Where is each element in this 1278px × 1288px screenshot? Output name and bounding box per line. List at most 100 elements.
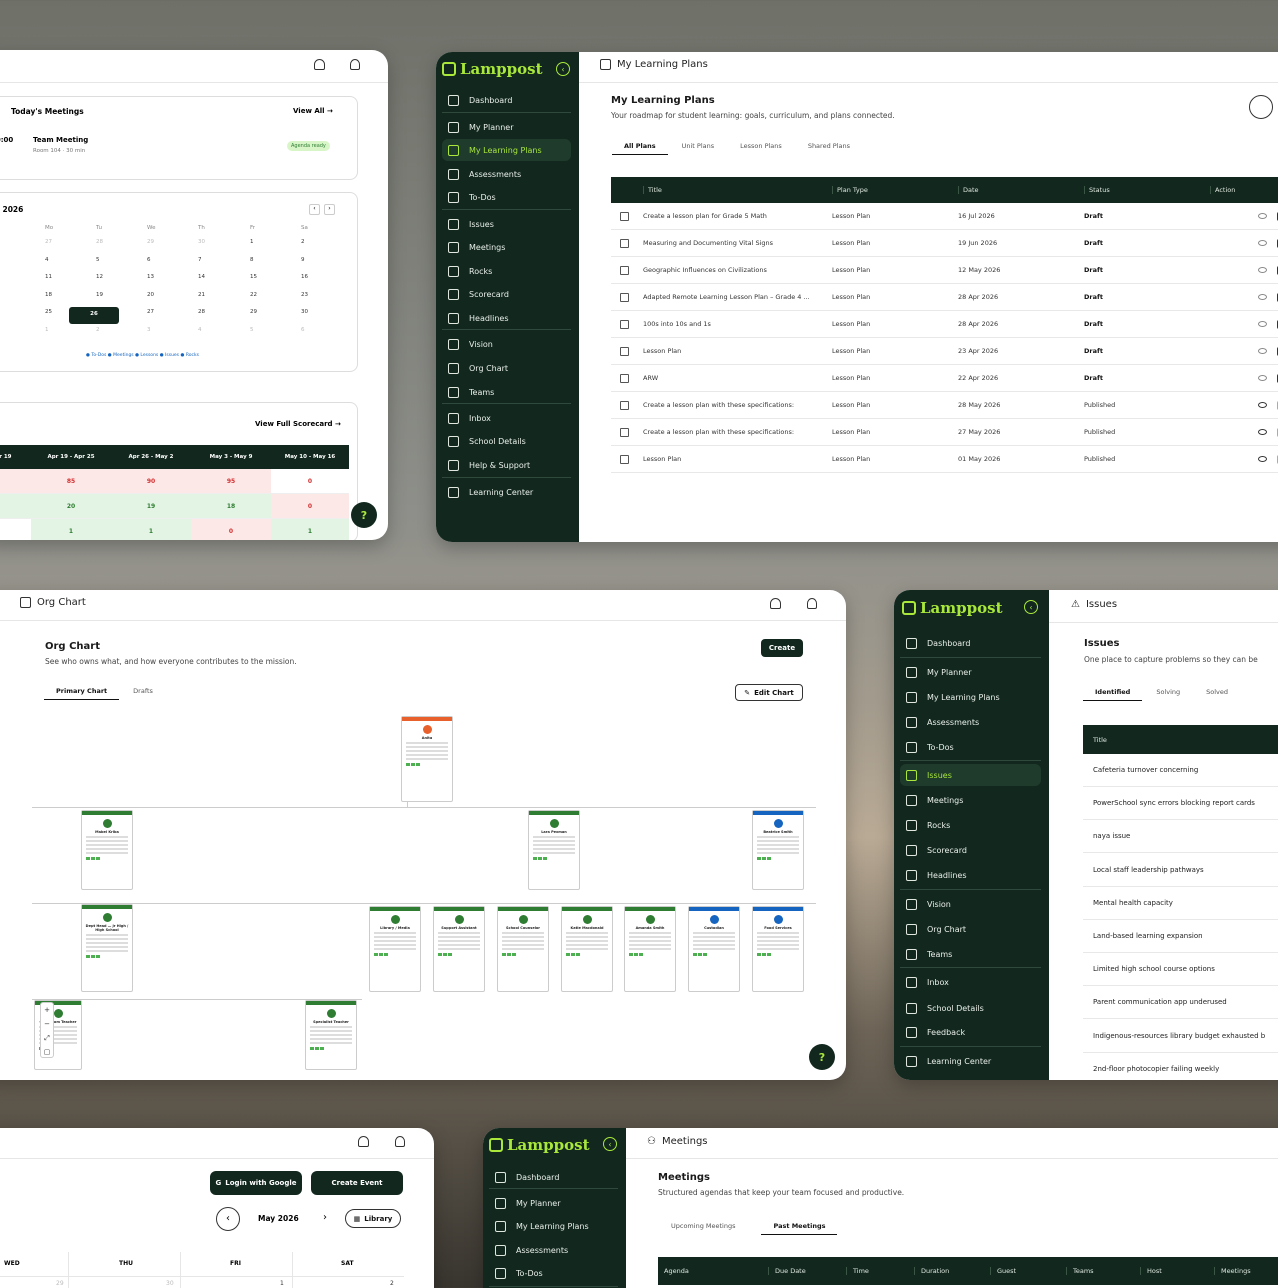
column-header-title[interactable]: Title (643, 186, 832, 194)
calendar-day[interactable]: 19 (96, 292, 103, 298)
view-icon[interactable] (1258, 294, 1267, 300)
tab-solved[interactable]: Solved (1206, 683, 1240, 701)
column-header-guest[interactable]: Guest (990, 1267, 1066, 1275)
sidebar-item-to-dos[interactable]: To-Dos (442, 186, 571, 208)
calendar-day[interactable]: 13 (147, 274, 154, 280)
calendar-day[interactable]: 27 (45, 239, 52, 245)
org-card[interactable]: Beatrice Smith (752, 810, 804, 890)
calendar-day[interactable]: 15 (250, 274, 257, 280)
calendar-day[interactable]: 23 (301, 292, 308, 298)
sidebar-item-rocks[interactable]: Rocks (900, 814, 1041, 836)
issue-row[interactable]: Indigenous-resources library budget exha… (1083, 1020, 1278, 1053)
library-button[interactable]: ▦ Library (345, 1209, 401, 1228)
view-icon[interactable] (1258, 429, 1267, 435)
org-card[interactable]: Mabel Kriba (81, 810, 133, 890)
sidebar-item-my-learning-plans[interactable]: My Learning Plans (489, 1215, 618, 1237)
row-checkbox[interactable] (620, 292, 629, 302)
sidebar-item-scorecard[interactable]: Scorecard (900, 839, 1041, 861)
tab-primary-chart[interactable]: Primary Chart (44, 682, 120, 700)
calendar-day[interactable]: 1 (280, 1280, 284, 1287)
org-card[interactable]: Library / Media (369, 906, 421, 992)
column-header-time[interactable]: Time (846, 1267, 914, 1275)
view-icon[interactable] (1258, 348, 1267, 354)
sidebar-item-dashboard[interactable]: Dashboard (442, 89, 571, 111)
create-button[interactable]: Create (761, 639, 803, 657)
sidebar-item-inbox[interactable]: Inbox (442, 407, 571, 429)
user-icon[interactable] (395, 1136, 405, 1147)
calendar-day[interactable]: 9 (301, 257, 305, 263)
sidebar-item-rocks[interactable]: Rocks (442, 260, 571, 282)
issue-row[interactable]: 2nd-floor photocopier failing weekly (1083, 1053, 1278, 1080)
user-icon[interactable] (807, 598, 817, 609)
bell-icon[interactable] (358, 1136, 369, 1147)
scorecard-value[interactable]: 0 (0, 469, 31, 493)
org-card[interactable]: Anita (401, 716, 453, 802)
sidebar-item-issues[interactable]: Issues (442, 213, 571, 235)
calendar-day[interactable]: 7 (198, 257, 202, 263)
scorecard-value[interactable]: 20 (31, 494, 111, 518)
tab-drafts[interactable]: Drafts (133, 682, 165, 700)
sidebar-item-teams[interactable]: Teams (442, 381, 571, 403)
collapse-sidebar-icon[interactable]: ‹ (1024, 600, 1038, 614)
meeting-title[interactable]: Team Meeting (33, 136, 88, 144)
sidebar-item-dashboard[interactable]: Dashboard (489, 1166, 618, 1188)
calendar-day[interactable]: 21 (198, 292, 205, 298)
bell-icon[interactable] (314, 59, 325, 70)
sidebar-item-my-planner[interactable]: My Planner (900, 661, 1041, 683)
row-checkbox[interactable] (620, 454, 629, 464)
calendar-day[interactable]: 11 (45, 274, 52, 280)
row-checkbox[interactable] (620, 211, 629, 221)
sidebar-item-assessments[interactable]: Assessments (489, 1239, 618, 1261)
issue-row[interactable]: Local staff leadership pathways (1083, 854, 1278, 887)
sidebar-item-learning-center[interactable]: Learning Center (900, 1050, 1041, 1072)
scorecard-value[interactable]: 19 (111, 494, 191, 518)
tab-lesson-plans[interactable]: Lesson Plans (740, 137, 794, 155)
calendar-day[interactable]: 29 (56, 1280, 64, 1287)
table-row[interactable]: Measuring and Documenting Vital Signs Les… (611, 230, 1278, 257)
issue-row[interactable]: PowerSchool sync errors blocking report … (1083, 787, 1278, 821)
sidebar-item-org-chart[interactable]: Org Chart (900, 918, 1041, 940)
org-card[interactable]: Dept Head — Jr High / High School (81, 904, 133, 992)
calendar-day[interactable]: 27 (147, 309, 154, 315)
table-row[interactable]: Create a lesson plan with these specific… (611, 419, 1278, 446)
sidebar-item-school-details[interactable]: School Details (442, 430, 571, 452)
issue-row[interactable]: Limited high school course options (1083, 953, 1278, 987)
view-all-link[interactable]: View All → (293, 107, 333, 115)
scorecard-value[interactable]: 90 (111, 469, 191, 493)
column-header-due-date[interactable]: Due Date (768, 1267, 846, 1275)
org-card[interactable]: Specialist Teacher (305, 1000, 357, 1070)
tab-past-meetings[interactable]: Past Meetings (761, 1217, 838, 1235)
calendar-day[interactable]: 30 (198, 239, 205, 245)
calendar-day[interactable]: 2 (96, 327, 100, 333)
issue-row[interactable]: Parent communication app underused (1083, 986, 1278, 1020)
calendar-day[interactable]: 25 (45, 309, 52, 315)
tab-identified[interactable]: Identified (1083, 683, 1143, 701)
table-row[interactable]: Lesson Plan Lesson Plan 23 Apr 2026 Draft (611, 338, 1278, 365)
tab-solving[interactable]: Solving (1156, 683, 1192, 701)
column-header-status[interactable]: Status (1084, 186, 1210, 194)
table-row[interactable]: Create a lesson plan with these specific… (611, 392, 1278, 419)
bell-icon[interactable] (770, 598, 781, 609)
org-card[interactable]: Katie Macdonald (561, 906, 613, 992)
table-row[interactable]: Geographic Influences on Civilizations Le… (611, 257, 1278, 284)
sidebar-item-feedback[interactable]: Feedback (900, 1021, 1041, 1043)
column-header-action[interactable]: Action (1210, 186, 1278, 194)
row-checkbox[interactable] (620, 373, 629, 383)
org-card[interactable]: School Counselor (497, 906, 549, 992)
org-card[interactable]: Custodian (688, 906, 740, 992)
issue-row[interactable]: Cafeteria turnover concerning (1083, 754, 1278, 787)
prev-month-button[interactable]: ‹ (309, 204, 320, 215)
scorecard-value[interactable]: 0 (191, 519, 271, 540)
calendar-day[interactable]: 1 (250, 239, 254, 245)
calendar-day[interactable]: 4 (198, 327, 202, 333)
calendar-day[interactable]: 22 (250, 292, 257, 298)
sidebar-item-my-planner[interactable]: My Planner (489, 1192, 618, 1214)
sidebar-item-headlines[interactable]: Headlines (442, 307, 571, 329)
user-icon[interactable] (350, 59, 360, 70)
view-icon[interactable] (1258, 240, 1267, 246)
sidebar-item-to-dos[interactable]: To-Dos (900, 736, 1041, 758)
sidebar-item-assessments[interactable]: Assessments (900, 711, 1041, 733)
calendar-day[interactable]: 18 (45, 292, 52, 298)
scorecard-value[interactable]: 1 (31, 519, 111, 540)
calendar-day[interactable]: 2 (390, 1280, 394, 1287)
